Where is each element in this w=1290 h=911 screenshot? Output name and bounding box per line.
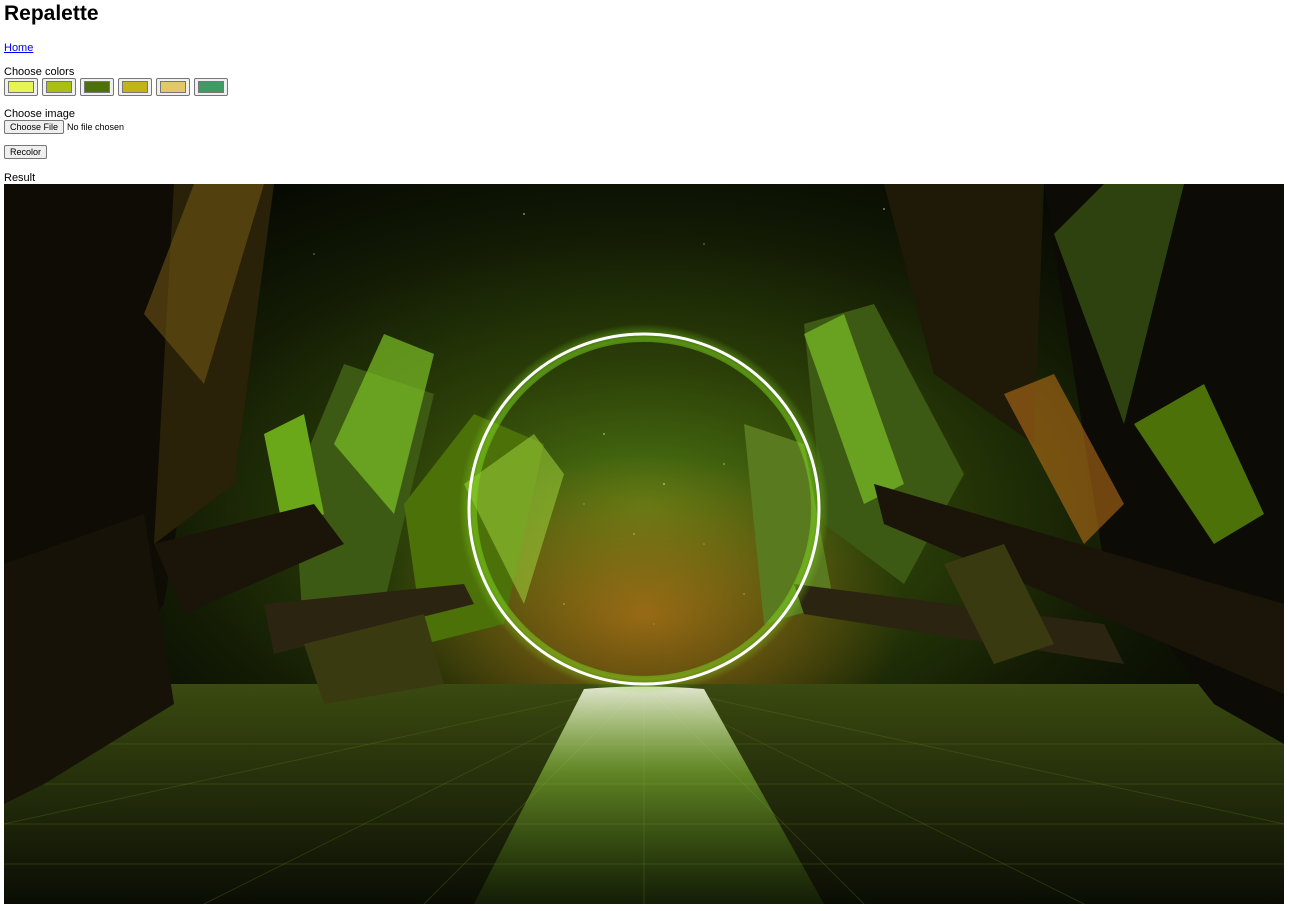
color-swatch-1[interactable] [4,78,38,96]
color-swatch-3-fill [84,81,110,93]
color-swatch-6[interactable] [194,78,228,96]
result-image [4,184,1284,904]
result-label: Result [4,172,36,184]
choose-colors-label: Choose colors [4,66,75,78]
file-status-text: No file chosen [67,122,125,132]
color-swatch-list [4,78,228,96]
home-link[interactable]: Home [4,42,33,54]
color-swatch-2[interactable] [42,78,76,96]
page-title: Repalette [4,2,99,25]
color-swatch-3[interactable] [80,78,114,96]
color-swatch-4[interactable] [118,78,152,96]
choose-file-button[interactable]: Choose File [4,120,65,134]
color-swatch-1-fill [8,81,34,93]
color-swatch-4-fill [122,81,148,93]
color-swatch-6-fill [198,81,224,93]
file-input: Choose File No file chosen [4,120,124,134]
choose-image-label: Choose image [4,108,75,120]
color-swatch-5[interactable] [156,78,190,96]
recolor-button[interactable]: Recolor [4,145,48,159]
color-swatch-2-fill [46,81,72,93]
color-swatch-5-fill [160,81,186,93]
result-scene [4,184,1284,904]
